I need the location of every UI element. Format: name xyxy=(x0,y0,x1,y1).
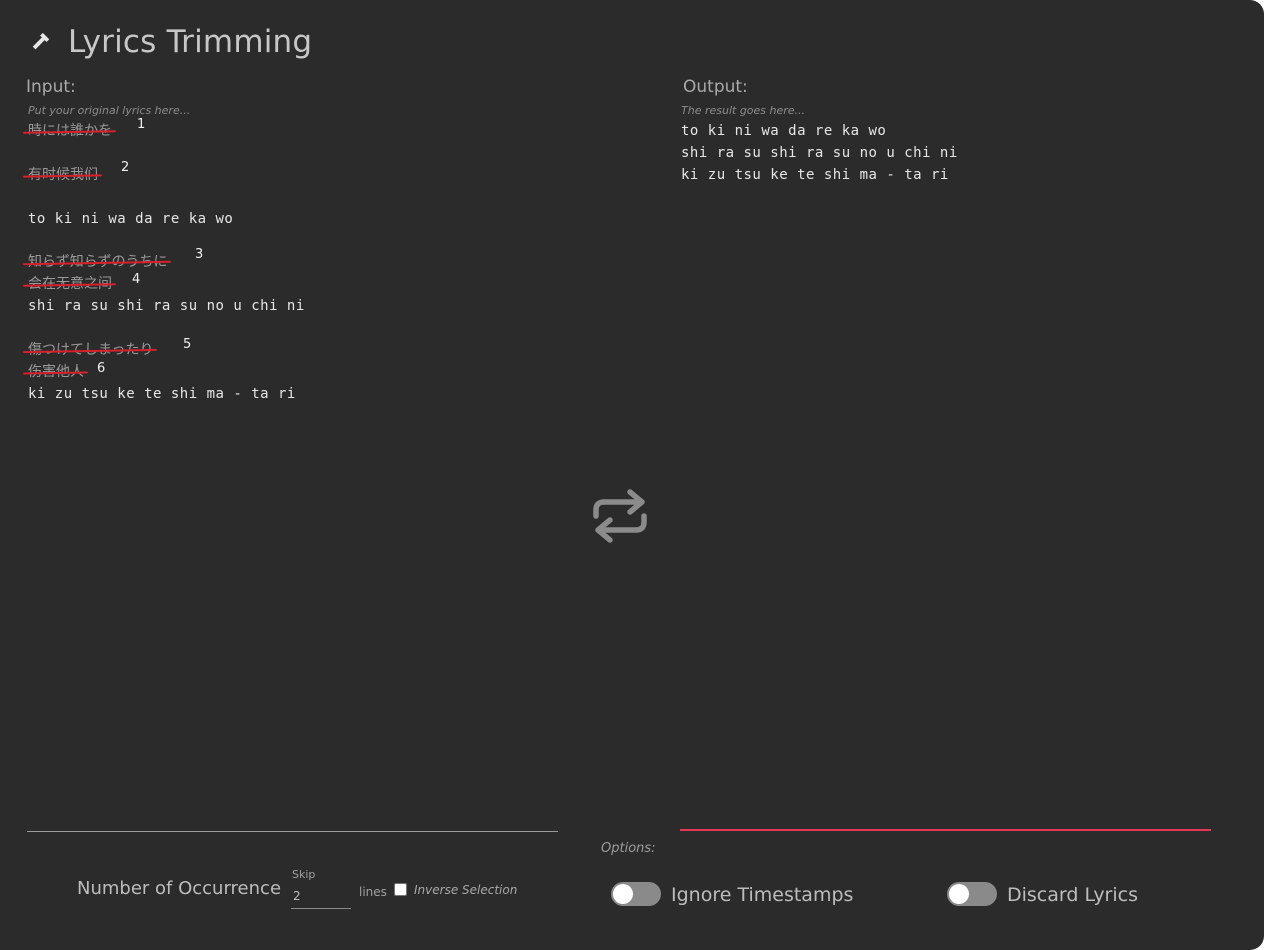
skip-lines-input[interactable] xyxy=(291,883,351,909)
occurrence-label: Number of Occurrence xyxy=(77,878,282,899)
line-number-badge: 2 xyxy=(121,160,130,175)
struck-text: 伤害他人 xyxy=(22,361,89,383)
line-number-badge: 3 xyxy=(195,247,204,262)
line-number-badge: 6 xyxy=(97,361,106,376)
struck-text: 知らず知らずのうちに xyxy=(22,251,172,273)
swap-arrows-icon[interactable] xyxy=(590,486,650,546)
output-line: shi ra su shi ra su no u chi ni xyxy=(681,145,958,161)
inverse-selection-checkbox[interactable] xyxy=(394,883,407,896)
input-line: 知らず知らずのうちに xyxy=(22,251,172,273)
app-window: Lyrics Trimming Input: Put your original… xyxy=(0,0,1264,950)
input-line: ki zu tsu ke te shi ma - ta ri xyxy=(28,386,296,402)
toggle-knob xyxy=(613,884,633,904)
input-line: to ki ni wa da re ka wo xyxy=(28,211,234,227)
output-placeholder: The result goes here... xyxy=(681,104,806,117)
output-underline xyxy=(680,829,1211,831)
options-label: Options: xyxy=(601,841,656,856)
toggle-knob xyxy=(949,884,969,904)
output-line: to ki ni wa da re ka wo xyxy=(681,123,887,139)
struck-text: 時には誰かを xyxy=(22,120,117,142)
input-line: 傷つけてしまったり xyxy=(22,339,158,361)
output-line: ki zu tsu ke te shi ma - ta ri xyxy=(681,167,949,183)
output-label: Output: xyxy=(683,77,748,97)
lines-label: lines xyxy=(359,885,387,899)
input-line: 会在无意之间 xyxy=(22,273,117,295)
inverse-selection-label[interactable]: Inverse Selection xyxy=(414,883,517,897)
input-line: 時には誰かを xyxy=(22,120,117,142)
hammer-icon xyxy=(32,32,50,50)
line-number-badge: 5 xyxy=(183,337,192,352)
input-placeholder: Put your original lyrics here... xyxy=(28,104,191,117)
struck-text: 有时候我们 xyxy=(22,164,103,186)
input-line: 伤害他人 xyxy=(22,361,89,383)
app-title: Lyrics Trimming xyxy=(68,24,313,60)
input-line: shi ra su shi ra su no u chi ni xyxy=(28,298,305,314)
line-number-badge: 1 xyxy=(137,117,146,132)
skip-label: Skip xyxy=(292,868,316,881)
input-label: Input: xyxy=(26,77,76,97)
ignore-timestamps-label: Ignore Timestamps xyxy=(671,884,854,906)
title-bar: Lyrics Trimming xyxy=(30,24,312,60)
input-line: 有时候我们 xyxy=(22,164,103,186)
input-underline xyxy=(27,831,558,832)
discard-lyrics-label: Discard Lyrics xyxy=(1007,884,1138,906)
struck-text: 傷つけてしまったり xyxy=(22,339,158,361)
discard-lyrics-toggle[interactable] xyxy=(947,882,997,906)
struck-text: 会在无意之间 xyxy=(22,273,117,295)
line-number-badge: 4 xyxy=(132,272,141,287)
ignore-timestamps-toggle[interactable] xyxy=(611,882,661,906)
